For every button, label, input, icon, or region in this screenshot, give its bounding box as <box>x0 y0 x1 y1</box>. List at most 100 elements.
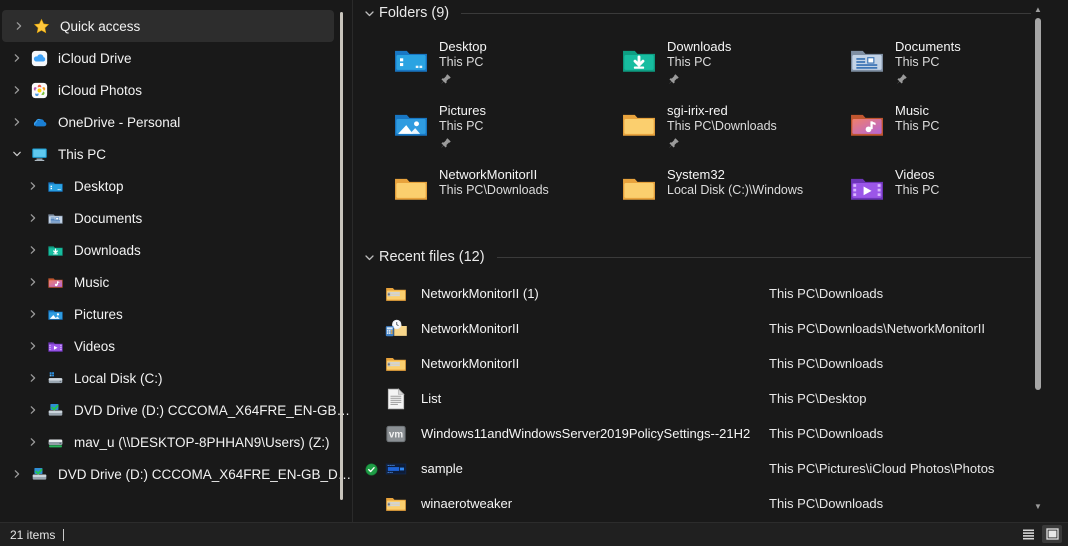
chevron-down-icon[interactable] <box>361 8 377 19</box>
section-divider-line <box>496 256 1031 258</box>
scroll-down-arrow-icon[interactable]: ▼ <box>1031 499 1045 513</box>
downloads-folder-icon <box>44 241 66 259</box>
scrollbar-thumb[interactable] <box>1035 18 1041 390</box>
sidebar-item-dvd-drive-d-cccoma-x64fre-en-gb-dv9[interactable]: DVD Drive (D:) CCCOMA_X64FRE_EN-GB_DV9 <box>0 394 352 426</box>
recent-file-row[interactable]: NetworkMonitorII (1) This PC\Downloads <box>353 276 1045 311</box>
folder-path: This PC <box>895 54 940 69</box>
chevron-down-icon[interactable] <box>6 149 28 159</box>
folder-path: This PC\Downloads <box>667 118 777 133</box>
sidebar-item-videos[interactable]: Videos <box>0 330 352 362</box>
details-view-button[interactable] <box>1018 525 1038 543</box>
folder-tile-text: System32 Local Disk (C:)\Windows <box>667 164 803 198</box>
recent-file-path: This PC\Pictures\iCloud Photos\Photos <box>769 461 995 476</box>
sidebar-item-label: OneDrive - Personal <box>58 114 181 130</box>
downloads-folder-icon <box>617 38 661 82</box>
recent-file-row[interactable]: sample This PC\Pictures\iCloud Photos\Pho… <box>353 451 1045 486</box>
navigation-pane: Quick access iCloud Drive iCloud Photos One… <box>0 0 352 523</box>
folder-tile[interactable]: Documents This PC <box>845 36 1045 100</box>
sidebar-item-desktop[interactable]: Desktop <box>0 170 352 202</box>
sidebar-item-label: DVD Drive (D:) CCCOMA_X64FRE_EN-GB_DV9 <box>74 402 352 418</box>
sidebar-item-label: mav_u (\\DESKTOP-8PHHAN9\Users) (Z:) <box>74 434 330 450</box>
sidebar-scrollbar[interactable] <box>340 12 343 500</box>
item-count-label: 21 items <box>10 527 56 542</box>
sidebar-item-documents[interactable]: Documents <box>0 202 352 234</box>
content-scrollbar[interactable]: ▲ ▼ <box>1031 0 1045 523</box>
chevron-right-icon[interactable] <box>22 277 44 287</box>
folder-tile-text: Downloads This PC <box>667 36 731 86</box>
text-document-icon <box>381 386 411 412</box>
folder-tile[interactable]: Downloads This PC <box>617 36 845 100</box>
chevron-right-icon[interactable] <box>22 373 44 383</box>
chevron-right-icon[interactable] <box>22 245 44 255</box>
sidebar-top-spacer <box>0 0 352 8</box>
chevron-right-icon[interactable] <box>22 405 44 415</box>
sidebar-item-label: Quick access <box>60 18 141 34</box>
recent-file-row[interactable]: NetworkMonitorII This PC\Downloads <box>353 346 1045 381</box>
desktop-folder-icon <box>44 177 66 195</box>
pin-icon <box>667 72 731 86</box>
sidebar-item-music[interactable]: Music <box>0 266 352 298</box>
chevron-right-icon[interactable] <box>22 309 44 319</box>
folder-tile[interactable]: Videos This PC <box>845 164 1045 228</box>
folder-name: Documents <box>895 39 961 54</box>
pin-icon <box>439 72 487 86</box>
folder-tile-text: Pictures This PC <box>439 100 486 150</box>
recent-file-row[interactable]: vm Windows11andWindowsServer2019PolicySet… <box>353 416 1045 451</box>
zip-folder-icon <box>381 281 411 307</box>
onedrive-icon <box>28 113 50 131</box>
icloud-drive-icon <box>28 49 50 67</box>
sidebar-item-local-disk-c[interactable]: Local Disk (C:) <box>0 362 352 394</box>
sidebar-item-quick-access[interactable]: Quick access <box>2 10 334 42</box>
recent-files-section-header[interactable]: Recent files (12) <box>353 244 1045 270</box>
chevron-right-icon[interactable] <box>22 341 44 351</box>
folder-path: This PC <box>895 118 940 133</box>
recent-file-row[interactable]: NetworkMonitorII This PC\Downloads\Networ… <box>353 311 1045 346</box>
chevron-right-icon[interactable] <box>6 53 28 63</box>
folder-tile[interactable]: Pictures This PC <box>389 100 617 164</box>
recent-file-row[interactable]: winaerotweaker This PC\Downloads <box>353 486 1045 521</box>
folder-tile[interactable]: Music This PC <box>845 100 1045 164</box>
sidebar-item-pictures[interactable]: Pictures <box>0 298 352 330</box>
sidebar-item-mav-u-desktop-8phhan9-users-z[interactable]: mav_u (\\DESKTOP-8PHHAN9\Users) (Z:) <box>0 426 352 458</box>
sidebar-item-label: Documents <box>74 210 143 226</box>
chevron-down-icon[interactable] <box>361 252 377 263</box>
chevron-right-icon[interactable] <box>6 117 28 127</box>
sidebar-item-icloud-drive[interactable]: iCloud Drive <box>0 42 352 74</box>
sidebar-item-downloads[interactable]: Downloads <box>0 234 352 266</box>
scroll-up-arrow-icon[interactable]: ▲ <box>1031 2 1045 16</box>
folder-tile[interactable]: sgi-irix-red This PC\Downloads <box>617 100 845 164</box>
folder-tile[interactable]: System32 Local Disk (C:)\Windows <box>617 164 845 228</box>
chevron-right-icon[interactable] <box>6 469 28 479</box>
folder-name: Pictures <box>439 103 486 118</box>
zip-folder-icon <box>381 491 411 517</box>
sidebar-item-this-pc[interactable]: This PC <box>0 138 352 170</box>
vm-file-icon: vm <box>381 421 411 447</box>
folder-path: Local Disk (C:)\Windows <box>667 182 804 197</box>
folder-name: System32 <box>667 167 725 182</box>
chevron-right-icon[interactable] <box>22 437 44 447</box>
sidebar-item-onedrive-personal[interactable]: OneDrive - Personal <box>0 106 352 138</box>
recent-file-name: Windows11andWindowsServer2019PolicySetti… <box>421 426 751 441</box>
chevron-right-icon[interactable] <box>22 181 44 191</box>
status-separator <box>63 528 65 541</box>
sidebar-item-icloud-photos[interactable]: iCloud Photos <box>0 74 352 106</box>
recent-files-section-title: Recent files (12) <box>379 249 485 265</box>
folder-tile[interactable]: NetworkMonitorII This PC\Downloads <box>389 164 617 228</box>
folder-tile[interactable]: Desktop This PC <box>389 36 617 100</box>
recent-file-row[interactable]: List This PC\Desktop <box>353 381 1045 416</box>
sidebar-item-dvd-drive-d-cccoma-x64fre-en-gb-dv9[interactable]: DVD Drive (D:) CCCOMA_X64FRE_EN-GB_DV9 <box>0 458 352 490</box>
recent-file-path: This PC\Downloads <box>769 356 884 371</box>
folder-path: This PC\Downloads <box>439 182 549 197</box>
videos-folder-icon <box>44 337 66 355</box>
chevron-right-icon[interactable] <box>22 213 44 223</box>
status-bar: 21 items <box>0 522 1068 546</box>
large-icons-view-button[interactable] <box>1042 525 1062 543</box>
folder-tile-text: NetworkMonitorII This PC\Downloads <box>439 164 549 198</box>
folders-section-header[interactable]: Folders (9) <box>353 0 1045 26</box>
chevron-right-icon[interactable] <box>6 85 28 95</box>
check-badge-icon <box>365 462 378 476</box>
zip-folder-icon <box>381 351 411 377</box>
folder-path: This PC <box>439 118 484 133</box>
chevron-right-icon[interactable] <box>8 21 30 31</box>
content-pane: Folders (9) Desktop This PC Downloads This … <box>353 0 1045 523</box>
